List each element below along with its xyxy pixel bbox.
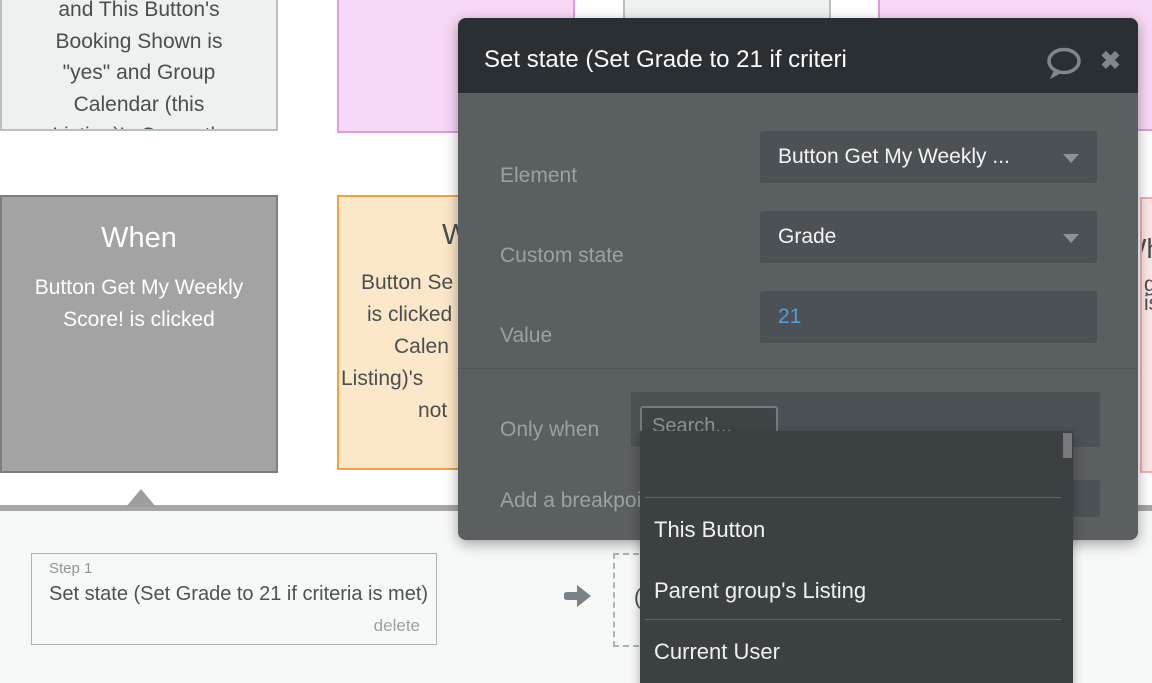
close-icon[interactable]: ✖ — [1100, 49, 1121, 74]
workflow-editor: and This Button's Booking Shown is "yes"… — [0, 0, 1152, 683]
custom-state-dropdown[interactable]: Grade — [760, 211, 1097, 263]
menu-divider — [645, 497, 1061, 498]
value-label: Value — [500, 324, 552, 348]
chevron-down-icon — [1063, 154, 1079, 163]
only-when-label: Only when — [500, 418, 599, 442]
condition-dropdown-menu: This Button Parent group's Listing Curre… — [640, 431, 1073, 683]
dialog-header[interactable]: Set state (Set Grade to 21 if criteri ✖ — [458, 18, 1138, 93]
menu-item-this-button[interactable]: This Button — [654, 517, 765, 543]
event-card-red[interactable]: When g is — [1140, 197, 1152, 473]
condition-card-text: and This Button's Booking Shown is "yes"… — [2, 0, 276, 131]
event-card-body: Button Get My Weekly Score! is clicked — [2, 272, 276, 336]
element-dropdown[interactable]: Button Get My Weekly ... — [760, 131, 1097, 183]
comment-bubble-icon[interactable] — [1045, 47, 1081, 80]
event-card-when[interactable]: When Button Get My Weekly Score! is clic… — [0, 195, 278, 473]
step-1-action-box[interactable]: Step 1 Set state (Set Grade to 21 if cri… — [31, 553, 437, 645]
element-label: Element — [500, 164, 577, 188]
value-input[interactable] — [778, 305, 1058, 329]
event-card-title: When — [1140, 233, 1152, 265]
dialog-section-divider — [458, 368, 1138, 369]
step-action-title: Set state (Set Grade to 21 if criteria i… — [49, 583, 428, 606]
menu-item-parent-groups-listing[interactable]: Parent group's Listing — [654, 578, 866, 604]
custom-state-label: Custom state — [500, 244, 624, 268]
menu-item-current-user[interactable]: Current User — [654, 639, 780, 665]
active-event-pointer — [126, 489, 156, 507]
value-field[interactable] — [760, 291, 1097, 343]
event-card-title: When — [2, 222, 276, 255]
condition-card-top[interactable]: and This Button's Booking Shown is "yes"… — [0, 0, 278, 131]
add-breakpoint-label[interactable]: Add a breakpoint — [500, 489, 659, 513]
arrow-right-icon — [564, 581, 596, 611]
chevron-down-icon — [1063, 234, 1079, 243]
step-number-label: Step 1 — [49, 560, 92, 577]
menu-divider — [645, 619, 1061, 620]
element-dropdown-value: Button Get My Weekly ... — [778, 145, 1010, 168]
step-delete-link[interactable]: delete — [374, 616, 420, 636]
scrollbar-thumb[interactable] — [1063, 433, 1072, 458]
custom-state-dropdown-value: Grade — [778, 225, 836, 248]
dialog-title: Set state (Set Grade to 21 if criteri — [484, 46, 847, 74]
